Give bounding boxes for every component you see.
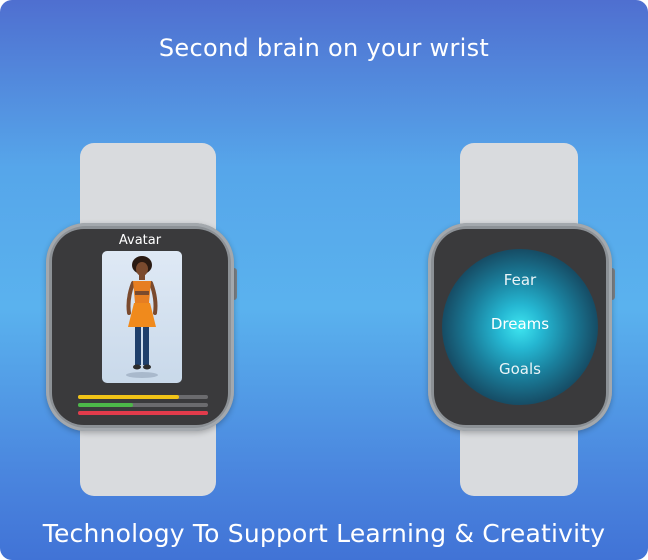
watch-left-strap-bottom	[80, 420, 216, 496]
promo-card: Second brain on your wrist Avatar Fear D…	[0, 0, 648, 560]
watch-right-strap-top	[460, 143, 578, 231]
headline: Second brain on your wrist	[158, 34, 490, 62]
stat-bar-green-fill	[78, 403, 133, 407]
stat-bar-yellow	[78, 395, 208, 399]
menu-item-dreams[interactable]: Dreams	[434, 315, 606, 333]
watch-left-screen: Avatar	[52, 229, 228, 425]
avatar-figure	[126, 256, 158, 378]
stat-bar-green	[78, 403, 208, 407]
tagline: Technology To Support Learning & Creativ…	[42, 519, 606, 548]
avatar-image[interactable]	[102, 251, 182, 383]
avatar-title: Avatar	[118, 233, 162, 248]
menu-item-goals[interactable]: Goals	[434, 360, 606, 378]
watch-left-strap-top	[80, 143, 216, 231]
stat-bar-yellow-fill	[78, 395, 180, 399]
menu-item-fear[interactable]: Fear	[434, 271, 606, 289]
watch-right-strap-bottom	[460, 420, 578, 496]
stat-bar-red-fill	[78, 411, 208, 415]
watch-right-screen: Fear Dreams Goals	[434, 229, 606, 425]
stat-bar-red	[78, 411, 208, 415]
